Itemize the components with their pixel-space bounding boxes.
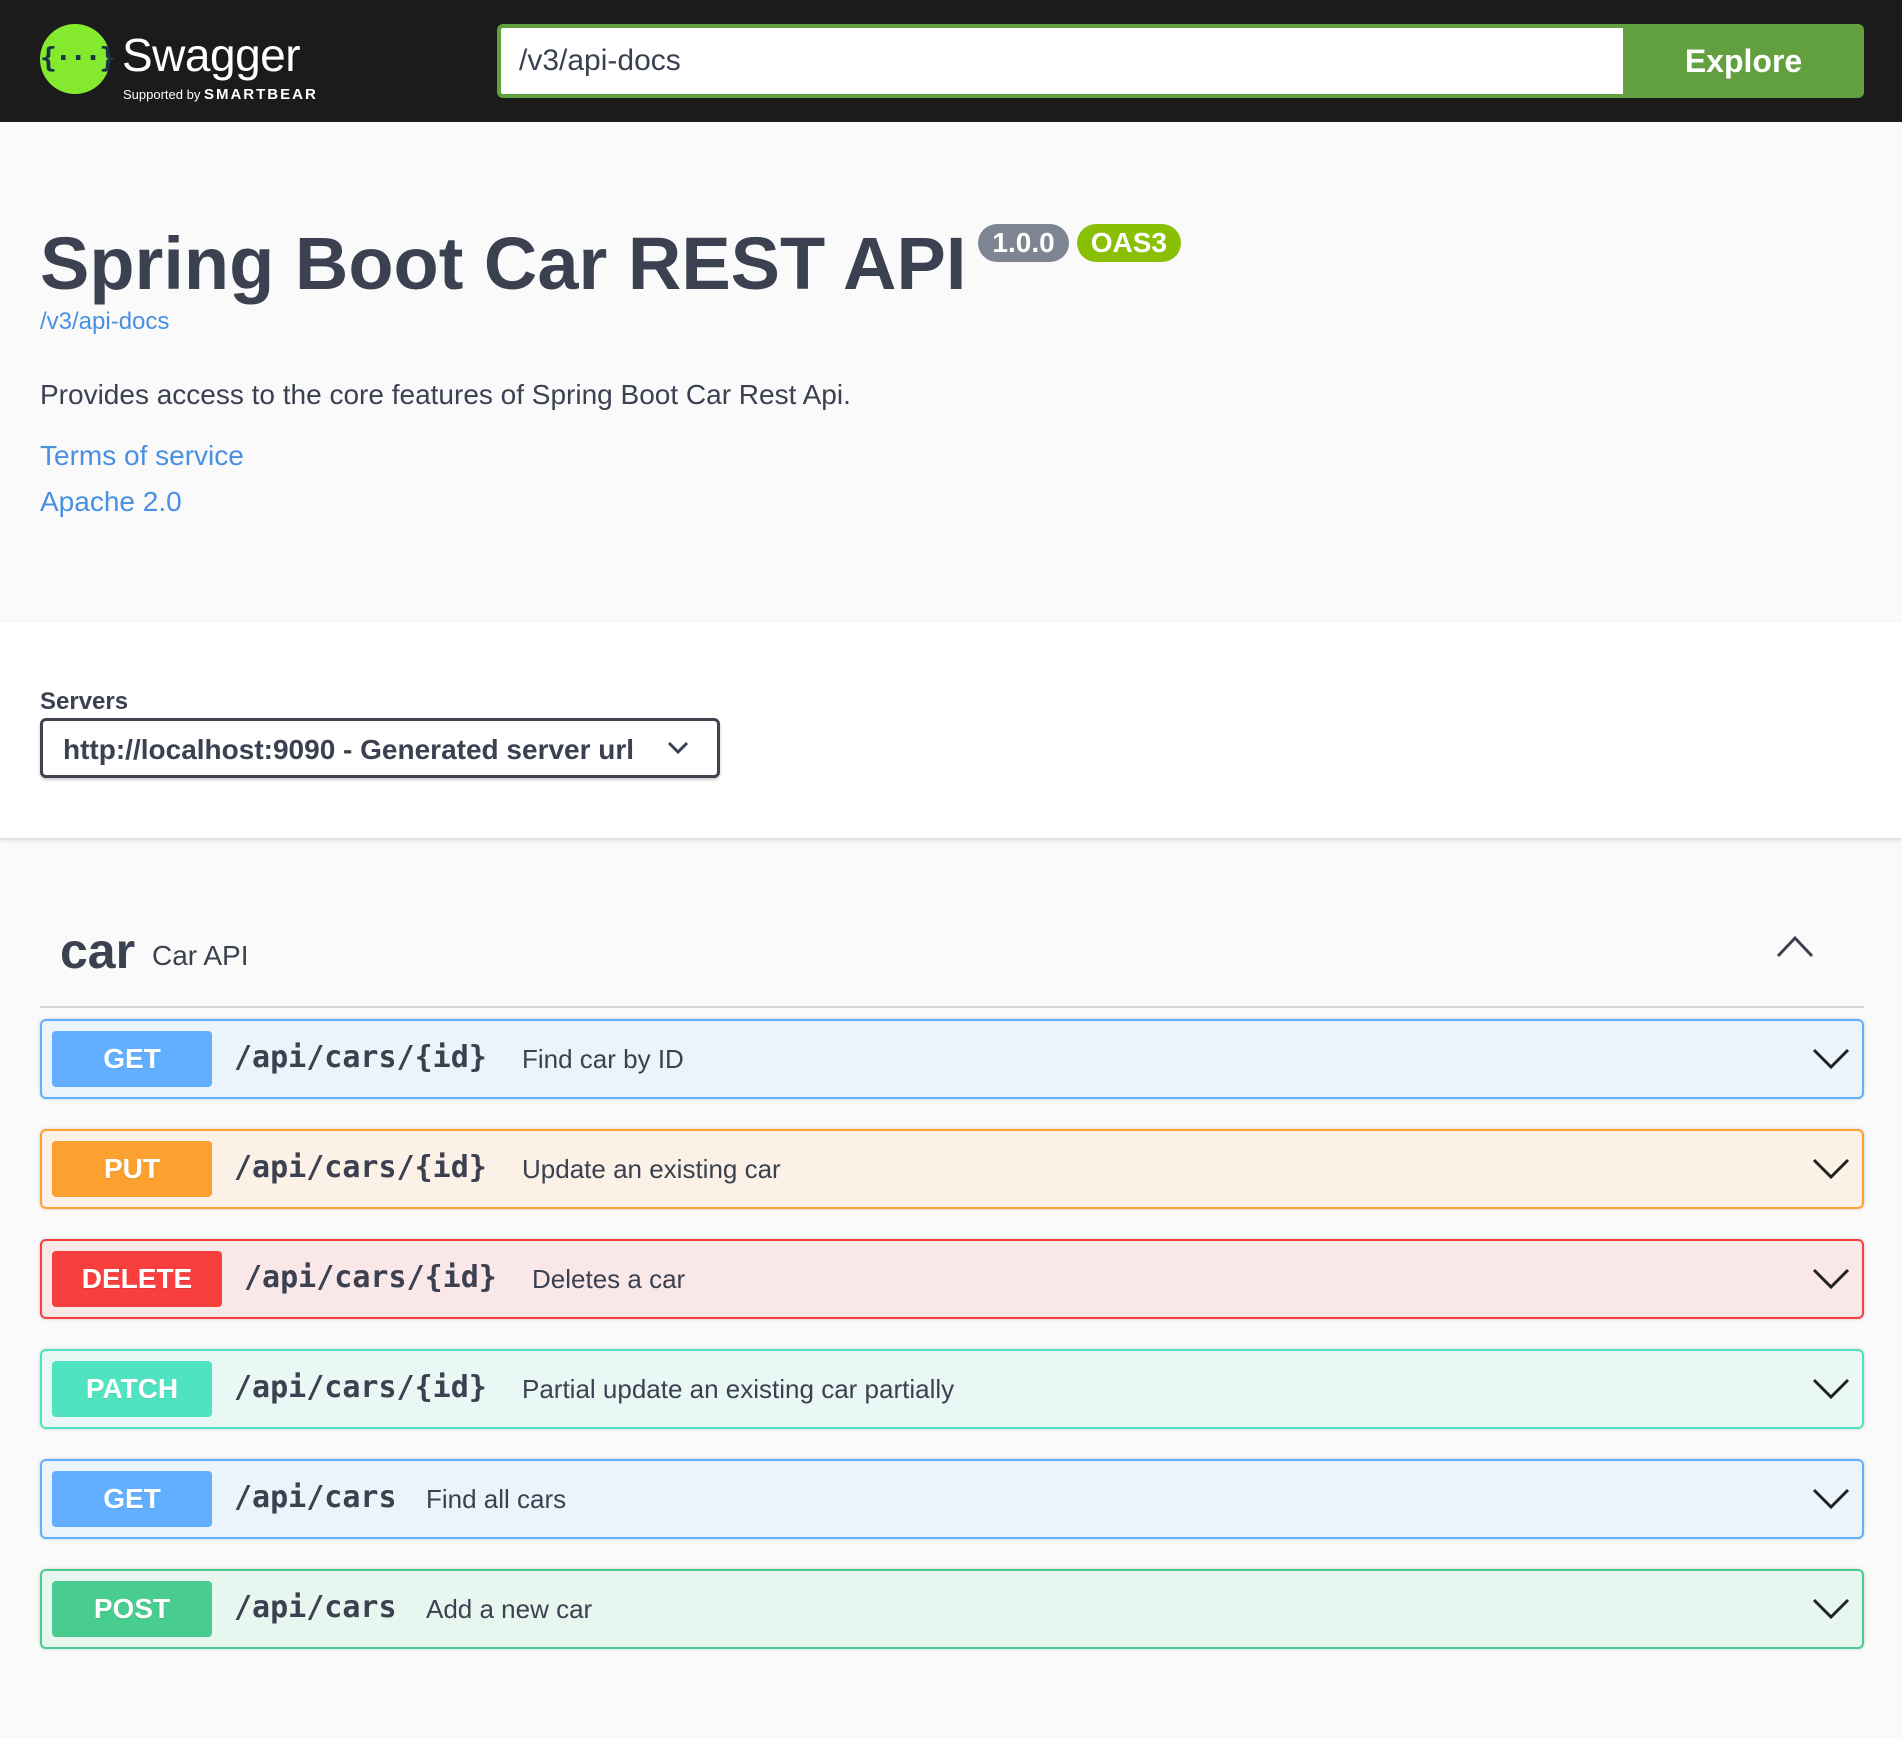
chevron-up-icon[interactable]	[1776, 934, 1814, 958]
operation-path: /api/cars/{id}	[234, 1040, 487, 1075]
tag-section-header[interactable]: car Car API	[40, 900, 1864, 1008]
operation-summary: Deletes a car	[532, 1264, 686, 1294]
chevron-down-icon[interactable]	[1812, 1596, 1850, 1620]
method-badge: GET	[52, 1471, 212, 1527]
operation-path: /api/cars	[234, 1590, 397, 1625]
api-title: Spring Boot Car REST API	[40, 222, 967, 305]
logo-sub-prefix: Supported by	[123, 87, 201, 102]
swagger-logo[interactable]: {···} Swagger Supported by SMARTBEAR	[40, 24, 340, 103]
operation-path: /api/cars	[234, 1480, 397, 1515]
operation-summary: Partial update an existing car partially	[522, 1374, 955, 1404]
servers-label: Servers	[40, 688, 129, 715]
topbar: {···} Swagger Supported by SMARTBEAR Exp…	[0, 0, 1902, 122]
info-section: Spring Boot Car REST API 1.0.0 OAS3 /v3/ap…	[0, 122, 1902, 622]
chevron-down-icon	[667, 741, 689, 755]
server-select-value: http://localhost:9090 - Generated server…	[63, 734, 635, 765]
version-badge: 1.0.0	[978, 224, 1069, 262]
chevron-down-icon[interactable]	[1812, 1156, 1850, 1180]
oas-badge: OAS3	[1076, 224, 1181, 262]
operation-post-car[interactable]: POST /api/cars Add a new car	[40, 1569, 1864, 1649]
logo-sub-brand: SMARTBEAR	[203, 86, 318, 103]
chevron-down-icon[interactable]	[1812, 1376, 1850, 1400]
method-badge: DELETE	[52, 1251, 222, 1307]
operation-get-car-by-id[interactable]: GET /api/cars/{id} Find car by ID	[40, 1019, 1864, 1099]
operation-put-car[interactable]: PUT /api/cars/{id} Update an existing ca…	[40, 1129, 1864, 1209]
terms-of-service-link[interactable]: Terms of service	[40, 440, 244, 472]
server-select[interactable]: http://localhost:9090 - Generated server…	[40, 718, 720, 778]
operation-summary: Update an existing car	[522, 1154, 781, 1184]
chevron-down-icon[interactable]	[1812, 1266, 1850, 1290]
operation-path: /api/cars/{id}	[234, 1370, 487, 1405]
logo-wordmark: Swagger	[122, 29, 301, 81]
operation-summary: Add a new car	[426, 1594, 593, 1624]
tag-name: car	[60, 923, 136, 979]
swagger-braces-icon: {···}	[40, 24, 116, 94]
servers-section: Servers http://localhost:9090 - Generate…	[0, 622, 1902, 838]
operation-summary: Find car by ID	[522, 1044, 684, 1074]
method-badge: PATCH	[52, 1361, 212, 1417]
logo-supported-by: Supported by SMARTBEAR	[123, 86, 318, 103]
api-description: Provides access to the core features of …	[40, 379, 851, 410]
operation-path: /api/cars/{id}	[244, 1260, 497, 1295]
spec-url-input[interactable]	[497, 24, 1623, 98]
operation-delete-car[interactable]: DELETE /api/cars/{id} Deletes a car	[40, 1239, 1864, 1319]
method-badge: PUT	[52, 1141, 212, 1197]
operation-get-all-cars[interactable]: GET /api/cars Find all cars	[40, 1459, 1864, 1539]
license-link[interactable]: Apache 2.0	[40, 486, 182, 518]
operation-summary: Find all cars	[426, 1484, 567, 1514]
method-badge: GET	[52, 1031, 212, 1087]
explore-button[interactable]: Explore	[1623, 24, 1864, 98]
tag-description: Car API	[152, 940, 249, 971]
operation-path: /api/cars/{id}	[234, 1150, 487, 1185]
title-row: Spring Boot Car REST API 1.0.0 OAS3	[40, 222, 1181, 306]
operation-patch-car[interactable]: PATCH /api/cars/{id} Partial update an e…	[40, 1349, 1864, 1429]
chevron-down-icon[interactable]	[1812, 1046, 1850, 1070]
chevron-down-icon[interactable]	[1812, 1486, 1850, 1510]
method-badge: POST	[52, 1581, 212, 1637]
spec-link[interactable]: /v3/api-docs	[40, 308, 169, 336]
